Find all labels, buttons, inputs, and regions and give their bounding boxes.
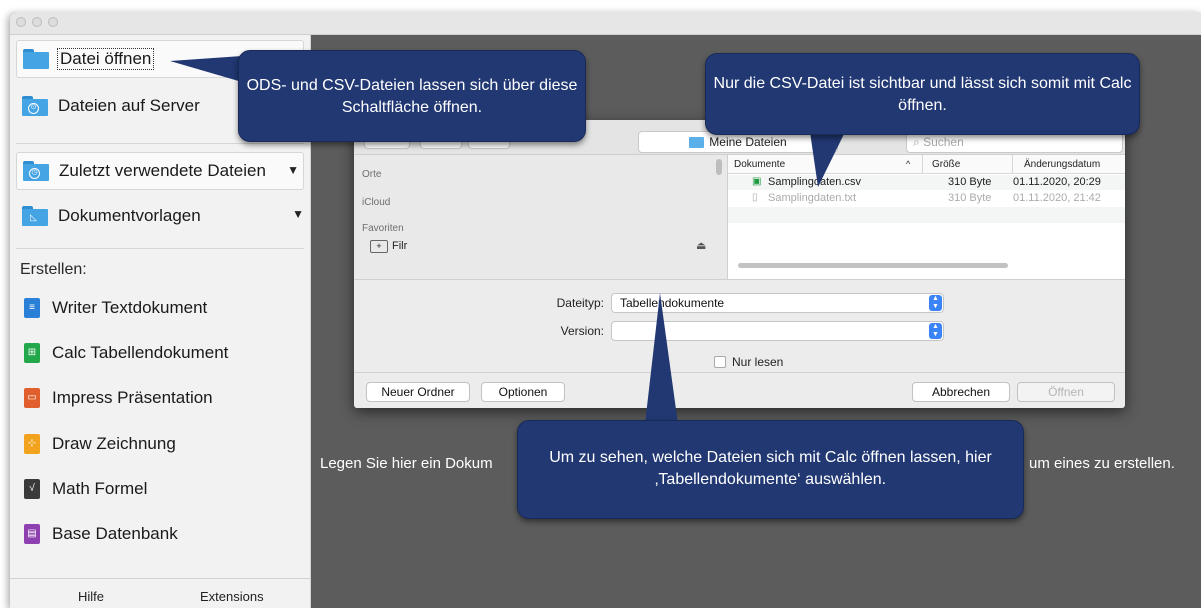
callout-filetype-hint: Um zu sehen, welche Dateien sich mit Cal… (517, 420, 1024, 519)
callout-pointer-filetype (645, 293, 678, 424)
callout-csv-visible: Nur die CSV-Datei ist sichtbar und lässt… (705, 53, 1140, 135)
callout-pointer-csv (810, 132, 845, 187)
callout-pointer-open (170, 56, 242, 82)
callout-open-button: ODS- und CSV-Dateien lassen sich über di… (238, 50, 586, 142)
